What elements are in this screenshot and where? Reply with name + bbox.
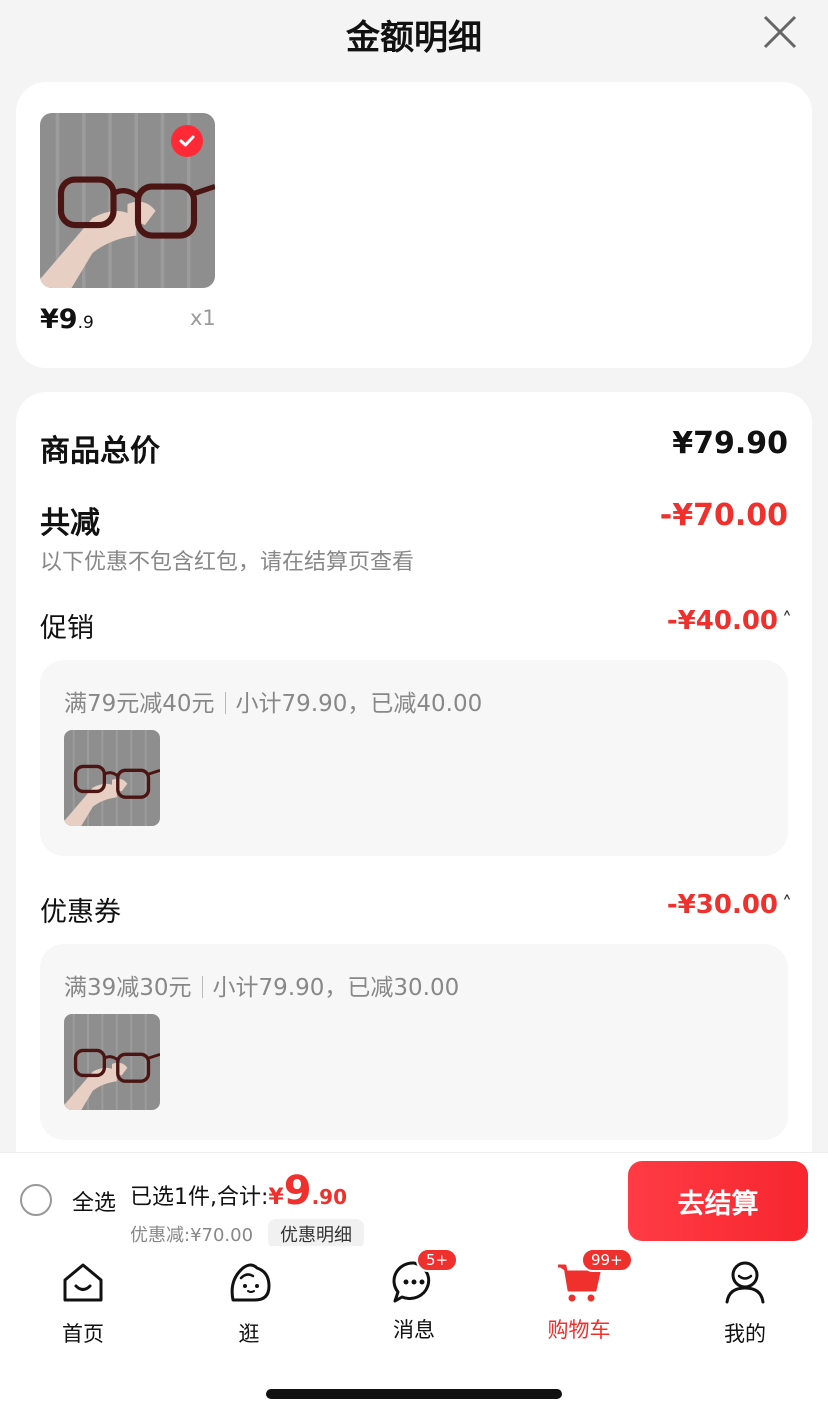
tab-label: 首页 <box>62 1322 104 1346</box>
browse-icon <box>230 1263 271 1302</box>
header: 金额明细 <box>0 0 828 70</box>
coupon-value: -¥30.00 ˄ <box>666 890 792 920</box>
tab-label: 购物车 <box>547 1318 611 1342</box>
home-icon <box>63 1263 103 1302</box>
product-image[interactable] <box>40 113 215 288</box>
tab-home[interactable]: 首页 <box>28 1258 138 1348</box>
total-price-label: 商品总价 <box>40 434 160 469</box>
select-all-label[interactable]: 全选 <box>72 1185 116 1217</box>
total-reduce-value: -¥70.00 <box>659 498 788 533</box>
checkout-button[interactable]: 去结算 <box>628 1161 808 1241</box>
promotion-value: -¥40.00 ˄ <box>666 606 792 636</box>
selected-items-card: ¥9.9 x1 <box>16 82 812 368</box>
tab-label: 消息 <box>393 1318 435 1342</box>
total-reduce-row: 共减 -¥70.00 <box>40 498 788 542</box>
promotion-row[interactable]: 促销 -¥40.00 ˄ <box>40 606 792 645</box>
coupon-row[interactable]: 优惠券 -¥30.00 ˄ <box>40 890 792 929</box>
message-badge: 5+ <box>416 1248 459 1272</box>
total-price-row: 商品总价 ¥79.90 <box>40 426 788 470</box>
checked-icon[interactable] <box>171 125 203 157</box>
tab-cart[interactable]: 99+ 购物车 <box>524 1248 634 1344</box>
coupon-rule: 满39减30元 小计79.90，已减30.00 <box>64 975 460 1001</box>
item-price: ¥9.9 <box>40 304 94 335</box>
total-price-value: ¥79.90 <box>672 426 788 461</box>
cart-badge: 99+ <box>581 1248 633 1272</box>
tab-label: 逛 <box>238 1322 260 1346</box>
close-icon[interactable] <box>762 14 798 50</box>
coupon-label: 优惠券 <box>40 897 121 928</box>
promotion-label: 促销 <box>40 613 94 644</box>
home-indicator <box>266 1389 562 1399</box>
total-reduce-label: 共减 <box>40 506 100 541</box>
coupon-product-image[interactable] <box>64 1014 160 1110</box>
tab-label: 我的 <box>724 1322 766 1346</box>
chevron-up-icon[interactable]: ˄ <box>782 608 792 632</box>
discount-text: 优惠减:¥70.00 <box>130 1225 254 1246</box>
profile-icon <box>725 1261 765 1304</box>
select-all-radio[interactable] <box>20 1184 52 1216</box>
promotion-rule: 满79元减40元 小计79.90，已减40.00 <box>64 691 483 717</box>
tab-messages[interactable]: 5+ 消息 <box>359 1248 469 1344</box>
tab-profile[interactable]: 我的 <box>690 1258 800 1348</box>
selected-total: 已选1件,合计:¥9.90 <box>130 1168 347 1214</box>
promotion-product-image[interactable] <box>64 730 160 826</box>
item-quantity: x1 <box>190 306 216 330</box>
promotion-detail-box: 满79元减40元 小计79.90，已减40.00 <box>40 660 788 856</box>
tab-browse[interactable]: 逛 <box>194 1258 304 1348</box>
amount-detail-card: 商品总价 ¥79.90 共减 -¥70.00 以下优惠不包含红包，请在结算页查看… <box>16 392 812 1222</box>
discount-detail-button[interactable]: 优惠明细 <box>268 1219 364 1249</box>
coupon-detail-box: 满39减30元 小计79.90，已减30.00 <box>40 944 788 1140</box>
reduce-note: 以下优惠不包含红包，请在结算页查看 <box>40 550 415 575</box>
page-title: 金额明细 <box>346 18 482 58</box>
chevron-up-icon[interactable]: ˄ <box>782 892 792 916</box>
checkout-bar: 全选 已选1件,合计:¥9.90 优惠减:¥70.00 优惠明细 去结算 <box>0 1152 828 1249</box>
